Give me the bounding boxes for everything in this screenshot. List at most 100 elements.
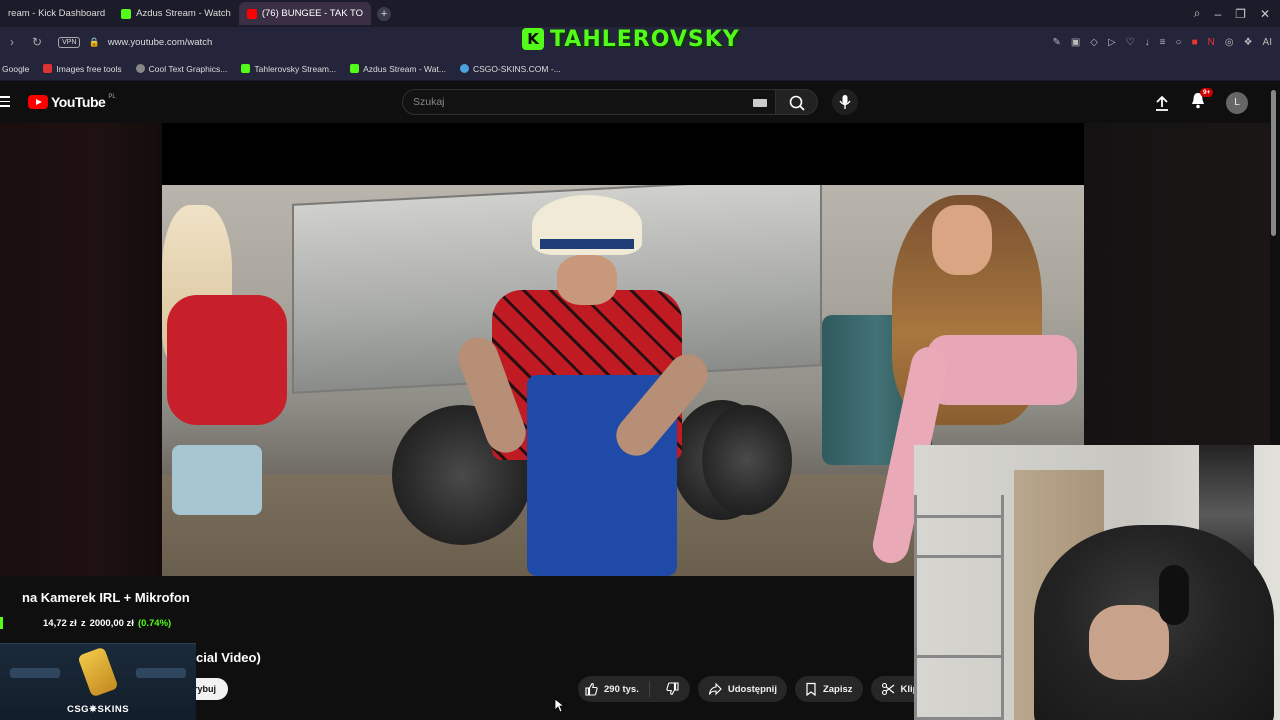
sponsor-banner: CSG✵SKINS [0,643,196,720]
thumbs-up-icon [585,682,598,696]
scissors-icon [881,682,894,696]
puzzle-icon[interactable]: ❖ [1244,37,1253,48]
restore-icon[interactable]: ❐ [1235,7,1246,21]
stream-overlay-title: K TAHLEROVSKY [522,26,740,52]
youtube-logo[interactable]: YouTube PL [28,94,116,110]
extension-icon[interactable]: ■ [1192,37,1198,48]
bookmark-label: Images free tools [56,63,122,74]
channel-name: TAHLEROVSKY [550,26,740,52]
page-scrollbar[interactable] [1271,90,1276,236]
dancer-center [452,195,716,576]
kick-icon [121,8,132,19]
bookmark-cool-text[interactable]: Cool Text Graphics... [135,64,227,74]
search-button[interactable] [776,89,818,115]
bookmark-tahlerovsky[interactable]: Tahlerovsky Stream... [241,64,336,74]
extension-icon[interactable]: ◎ [1225,37,1234,48]
play-icon[interactable]: ▷ [1108,37,1116,48]
bookmark-icon [43,64,53,73]
bookmark-icon [135,64,145,73]
donation-percent: (0.74%) [137,617,172,629]
like-button[interactable]: 290 tys. [578,681,650,697]
bookmark-label: Azdus Stream - Wat... [363,63,446,74]
share-button[interactable]: Udostępnij [697,676,787,702]
header-actions: 9+ L [1154,88,1248,114]
hamburger-menu-icon[interactable] [0,96,10,107]
video-title: cial Video) [196,650,261,665]
tab-azdus-stream[interactable]: Azdus Stream - Watch [113,2,239,25]
reload-icon[interactable]: ↻ [32,35,42,49]
edit-icon[interactable]: ✎ [1052,37,1060,48]
notification-badge: 9+ [1200,88,1214,97]
extension-icon[interactable]: N [1208,37,1215,48]
rifle-icon [136,668,186,678]
upload-icon[interactable] [1154,94,1170,112]
rifle-icon [10,668,60,678]
bookmark-icon [806,682,816,696]
menu-icon[interactable]: ≡ [1160,37,1166,48]
search-box [402,89,776,115]
kick-logo-icon: K [522,28,544,50]
ai-icon[interactable]: AI [1263,37,1272,48]
headphones-icon [1159,565,1189,625]
window-controls: ⌕ – ❐ ✕ [1194,0,1280,27]
keyboard-icon[interactable] [753,99,767,107]
forward-icon[interactable]: › [10,35,14,49]
bookmark-csgo-skins[interactable]: CSGO-SKINS.COM -... [459,63,561,74]
bookmark-azdus[interactable]: Azdus Stream - Wat... [350,64,446,74]
search-tabs-icon[interactable]: ⌕ [1194,6,1201,21]
country-code: PL [108,94,116,100]
kick-icon [350,64,360,73]
search-input[interactable] [403,90,733,114]
bookmark-label: CSGO-SKINS.COM -... [472,63,561,74]
notifications-button[interactable]: 9+ [1190,88,1214,114]
download-icon[interactable]: ↓ [1145,37,1150,48]
camera-icon[interactable]: ▣ [1071,37,1080,48]
youtube-wordmark: YouTube [51,94,106,110]
youtube-icon [246,8,257,19]
sponsor-label: CSG✵SKINS [66,704,130,715]
streamer-face [1089,605,1169,680]
thumbs-down-icon [666,682,679,696]
like-dislike-group: 290 tys. [578,676,690,702]
donation-progress-bar [0,617,3,629]
avatar[interactable]: L [1226,91,1248,114]
bunk-bed [914,495,1004,720]
heart-icon[interactable]: ♡ [1126,37,1135,48]
mouse-cursor-icon [554,698,564,713]
tab-label: Azdus Stream - Watch [136,8,231,19]
voice-search-button[interactable] [832,89,858,115]
lock-icon[interactable]: 🔒 [88,37,99,48]
tab-label: ream - Kick Dashboard [8,8,106,19]
streamer-webcam [914,445,1280,720]
shield-icon[interactable]: ◇ [1090,37,1098,48]
donation-separator: z [80,617,86,629]
close-icon[interactable]: ✕ [1260,7,1270,21]
tab-label: (76) BUNGEE - TAK TO [261,8,364,19]
youtube-play-icon [28,95,48,109]
dancer-left [162,205,302,576]
bookmark-label: Google [2,63,30,74]
vpn-badge[interactable]: VPN [58,36,81,48]
search-icon [789,95,805,111]
youtube-header: YouTube PL 9+ L [0,81,1280,123]
url-field[interactable]: www.youtube.com/watch [108,37,213,48]
donation-goal-progress: 14,72 zł z 2000,00 zł (0.74%) [0,617,171,629]
tab-youtube-video[interactable]: (76) BUNGEE - TAK TO [238,2,372,25]
share-icon [708,682,722,696]
new-tab-button[interactable]: + [377,6,392,21]
bookmarks-bar: Google Images free tools Cool Text Graph… [0,57,1280,81]
save-label: Zapisz [822,683,853,695]
likes-count: 290 tys. [604,683,639,695]
dislike-button[interactable] [656,682,690,696]
save-button[interactable]: Zapisz [794,676,863,702]
minimize-icon[interactable]: – [1214,7,1221,21]
browser-toolbar: ✎ ▣ ◇ ▷ ♡ ↓ ≡ ○ ■ N ◎ ❖ AI [1052,27,1272,57]
bookmark-images-free-tools[interactable]: Images free tools [43,63,122,74]
wheel [702,405,792,515]
knife-icon [77,646,119,698]
bookmark-google[interactable]: Google [2,64,29,74]
browser-tab-bar: ream - Kick Dashboard Azdus Stream - Wat… [0,0,1280,27]
profile-icon[interactable]: ○ [1176,37,1182,48]
tab-kick-dashboard[interactable]: ream - Kick Dashboard [0,2,113,25]
video-actions: 290 tys. Udostępnij Zapisz Klip [578,676,929,702]
